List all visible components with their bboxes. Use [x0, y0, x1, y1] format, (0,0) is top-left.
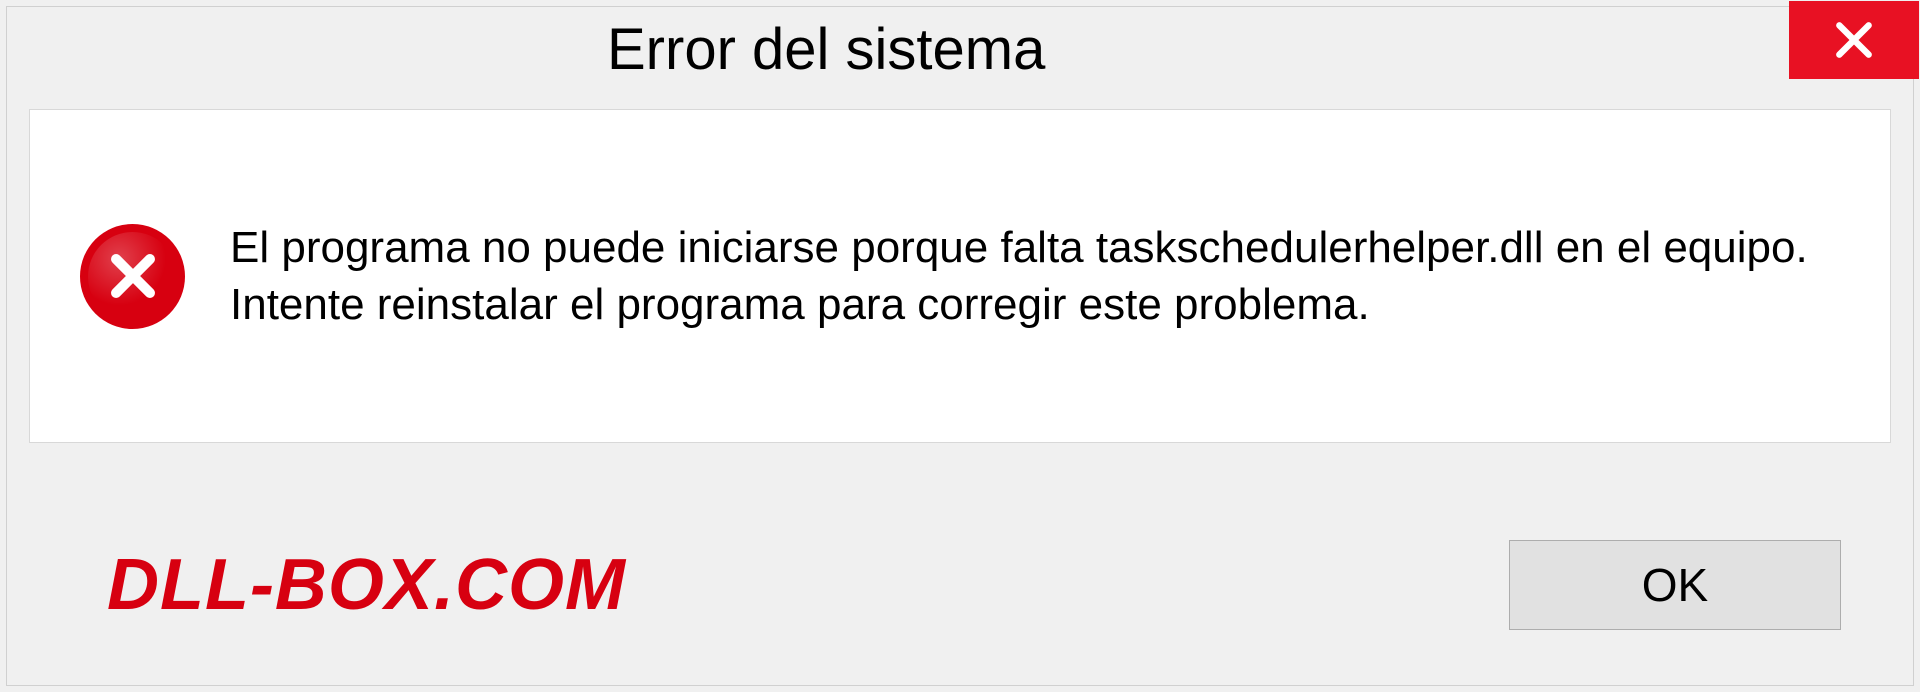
close-icon: [1832, 18, 1876, 62]
dialog-title: Error del sistema: [607, 16, 1045, 83]
titlebar: Error del sistema: [7, 7, 1913, 91]
error-icon: [80, 224, 185, 329]
content-area: El programa no puede iniciarse porque fa…: [29, 109, 1891, 443]
branding-text: DLL-BOX.COM: [107, 544, 626, 626]
ok-button[interactable]: OK: [1509, 540, 1841, 630]
error-message: El programa no puede iniciarse porque fa…: [230, 219, 1840, 333]
close-button[interactable]: [1789, 1, 1919, 79]
dialog-footer: DLL-BOX.COM OK: [7, 485, 1913, 685]
error-dialog: Error del sistema El programa no puede i…: [6, 6, 1914, 686]
